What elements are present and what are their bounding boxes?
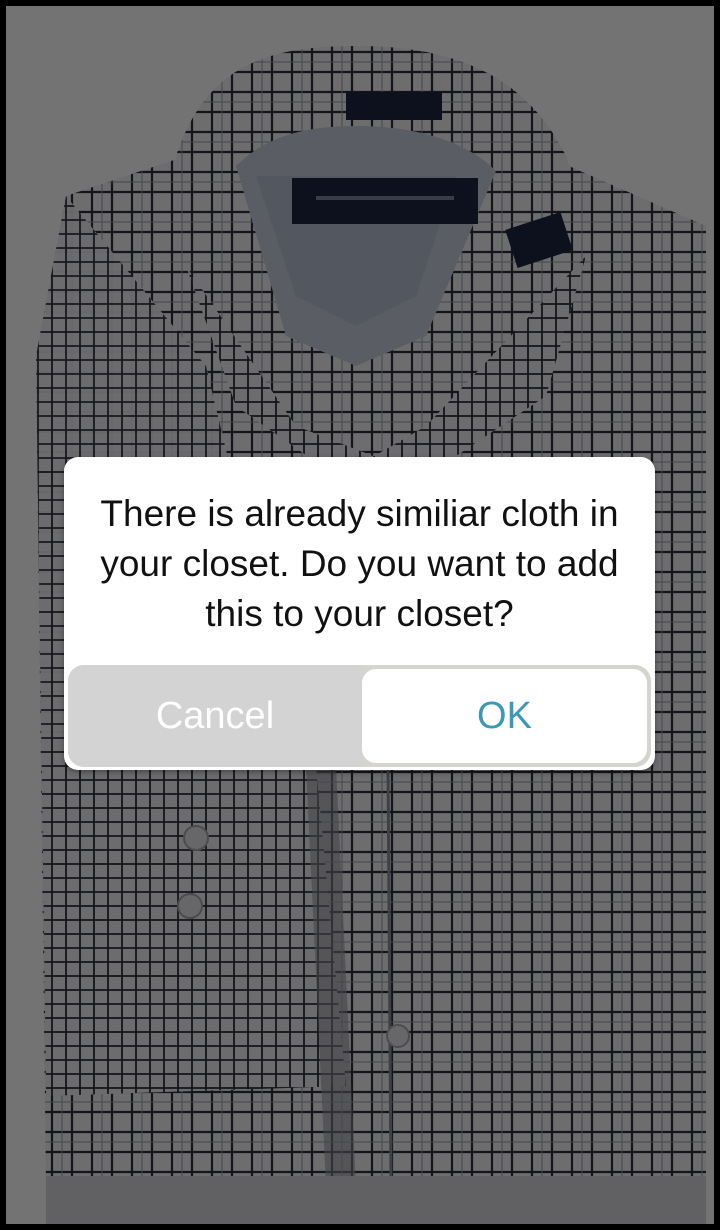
dialog-button-bar: Cancel OK [68,665,651,767]
ok-button[interactable]: OK [362,669,647,763]
cancel-button[interactable]: Cancel [68,665,362,767]
screen: There is already similiar cloth in your … [6,6,714,1224]
confirm-dialog: There is already similiar cloth in your … [64,457,655,770]
dialog-message: There is already similiar cloth in your … [100,493,619,634]
